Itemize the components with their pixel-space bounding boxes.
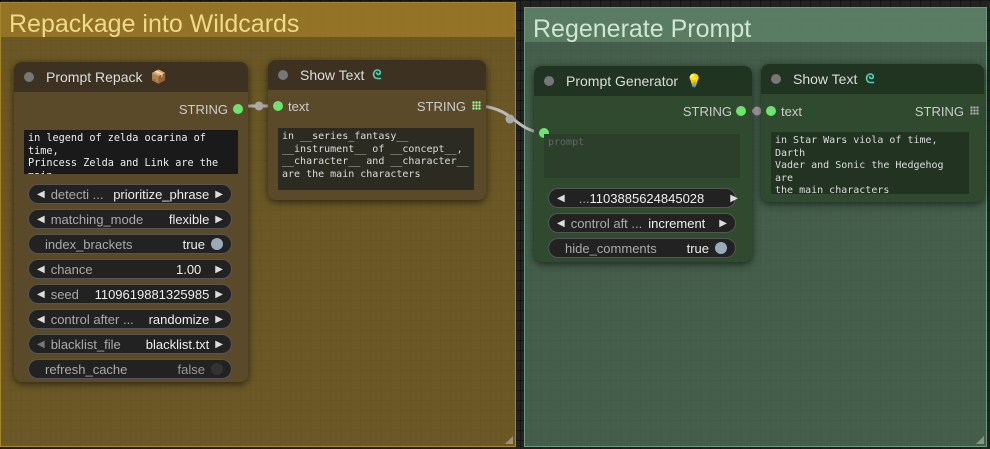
arrow-right-icon[interactable]: ▶ xyxy=(215,189,223,200)
arrow-right-icon[interactable]: ▶ xyxy=(215,314,223,325)
node-title: Prompt Repack xyxy=(46,69,143,85)
toggle-knob[interactable] xyxy=(715,242,727,254)
arrow-left-icon[interactable]: ◀ xyxy=(37,339,45,350)
io-row: text STRING xyxy=(761,101,984,121)
text-output[interactable]: in legend of zelda ocarina of time, Prin… xyxy=(24,130,238,174)
collapse-dot[interactable] xyxy=(544,76,554,86)
io-row: text STRING xyxy=(268,96,486,116)
control-after-combo[interactable]: ◀ control aft ... increment ▶ xyxy=(548,213,736,233)
seed-number[interactable]: ◀ seed 1109619881325985 ▶ xyxy=(28,284,232,304)
chance-number[interactable]: ◀ chance 1.00 ▶ xyxy=(28,259,232,279)
hide-comments-toggle[interactable]: hide_comments true xyxy=(548,238,736,258)
node-prompt-repack[interactable]: Prompt Repack 📦 STRING in legend of zeld… xyxy=(14,62,248,382)
arrow-left-icon[interactable]: ◀ xyxy=(37,189,45,200)
grid-slot-icon[interactable] xyxy=(970,106,979,115)
toggle-knob[interactable] xyxy=(211,363,223,375)
group-title[interactable]: Repackage into Wildcards xyxy=(1,3,515,38)
prompt-input[interactable]: prompt xyxy=(544,134,740,178)
group-title[interactable]: Regenerate Prompt xyxy=(525,8,986,43)
output-label: STRING xyxy=(914,104,964,119)
detection-combo[interactable]: ◀ detecti ... prioritize_phrase ▶ xyxy=(28,184,232,204)
arrow-left-icon[interactable]: ◀ xyxy=(37,289,45,300)
output-row: STRING xyxy=(14,99,248,119)
matching-mode-combo[interactable]: ◀ matching_mode flexible ▶ xyxy=(28,209,232,229)
input-label: text xyxy=(781,104,802,119)
arrow-right-icon[interactable]: ▶ xyxy=(215,339,223,350)
collapse-dot[interactable] xyxy=(771,74,781,84)
arrow-left-icon[interactable]: ◀ xyxy=(37,264,45,275)
collapse-dot[interactable] xyxy=(278,70,288,80)
output-row: STRING xyxy=(534,101,752,121)
blacklist-file-combo[interactable]: ◀ blacklist_file blacklist.txt ▶ xyxy=(28,334,232,354)
node-show-text-2[interactable]: Show Text ᘓ text STRING in Star Wars vio… xyxy=(761,64,984,202)
collapse-dot[interactable] xyxy=(24,72,34,82)
seed-number[interactable]: ◀ ... 1103885624845028 ▶ xyxy=(548,188,738,208)
node-prompt-generator[interactable]: Prompt Generator 💡 STRING prompt ◀ ... 1… xyxy=(534,66,752,262)
input-label: text xyxy=(288,99,309,114)
index-brackets-toggle[interactable]: index_brackets true xyxy=(28,234,232,254)
toggle-knob[interactable] xyxy=(211,238,223,250)
output-slot[interactable] xyxy=(736,106,746,116)
arrow-left-icon[interactable]: ◀ xyxy=(557,193,565,204)
node-header[interactable]: Show Text ᘓ xyxy=(268,60,486,90)
grid-slot-icon[interactable] xyxy=(472,101,481,110)
arrow-right-icon[interactable]: ▶ xyxy=(215,264,223,275)
arrow-right-icon[interactable]: ▶ xyxy=(730,193,738,204)
refresh-cache-toggle[interactable]: refresh_cache false xyxy=(28,359,232,379)
link-icon: ᘓ xyxy=(865,71,875,86)
arrow-right-icon[interactable]: ▶ xyxy=(719,218,727,229)
arrow-left-icon[interactable]: ◀ xyxy=(37,214,45,225)
output-slot[interactable] xyxy=(233,104,243,114)
text-display[interactable]: in __series_fantasy__ __instrument__ of … xyxy=(278,128,474,190)
link-icon: ᘓ xyxy=(372,67,382,82)
node-header[interactable]: Prompt Generator 💡 xyxy=(534,66,752,96)
input-slot[interactable] xyxy=(273,101,283,111)
node-title: Prompt Generator xyxy=(566,73,679,89)
control-after-combo[interactable]: ◀ control after ... randomize ▶ xyxy=(28,309,232,329)
output-label: STRING xyxy=(416,99,466,114)
package-icon: 📦 xyxy=(150,69,167,84)
node-title: Show Text xyxy=(793,71,858,87)
lightbulb-icon: 💡 xyxy=(686,73,703,88)
arrow-right-icon[interactable]: ▶ xyxy=(215,289,223,300)
node-show-text-1[interactable]: Show Text ᘓ text STRING in __series_fant… xyxy=(268,60,486,200)
output-label: STRING xyxy=(682,104,732,119)
arrow-left-icon[interactable]: ◀ xyxy=(557,218,565,229)
node-header[interactable]: Show Text ᘓ xyxy=(761,64,984,94)
arrow-left-icon[interactable]: ◀ xyxy=(37,314,45,325)
input-slot[interactable] xyxy=(766,106,776,116)
output-label: STRING xyxy=(178,102,228,117)
arrow-right-icon[interactable]: ▶ xyxy=(215,214,223,225)
node-title: Show Text xyxy=(300,67,365,83)
resize-handle[interactable] xyxy=(505,436,513,444)
resize-handle[interactable] xyxy=(976,436,984,444)
node-header[interactable]: Prompt Repack 📦 xyxy=(14,62,248,92)
text-display[interactable]: in Star Wars viola of time, Darth Vader … xyxy=(771,132,969,194)
